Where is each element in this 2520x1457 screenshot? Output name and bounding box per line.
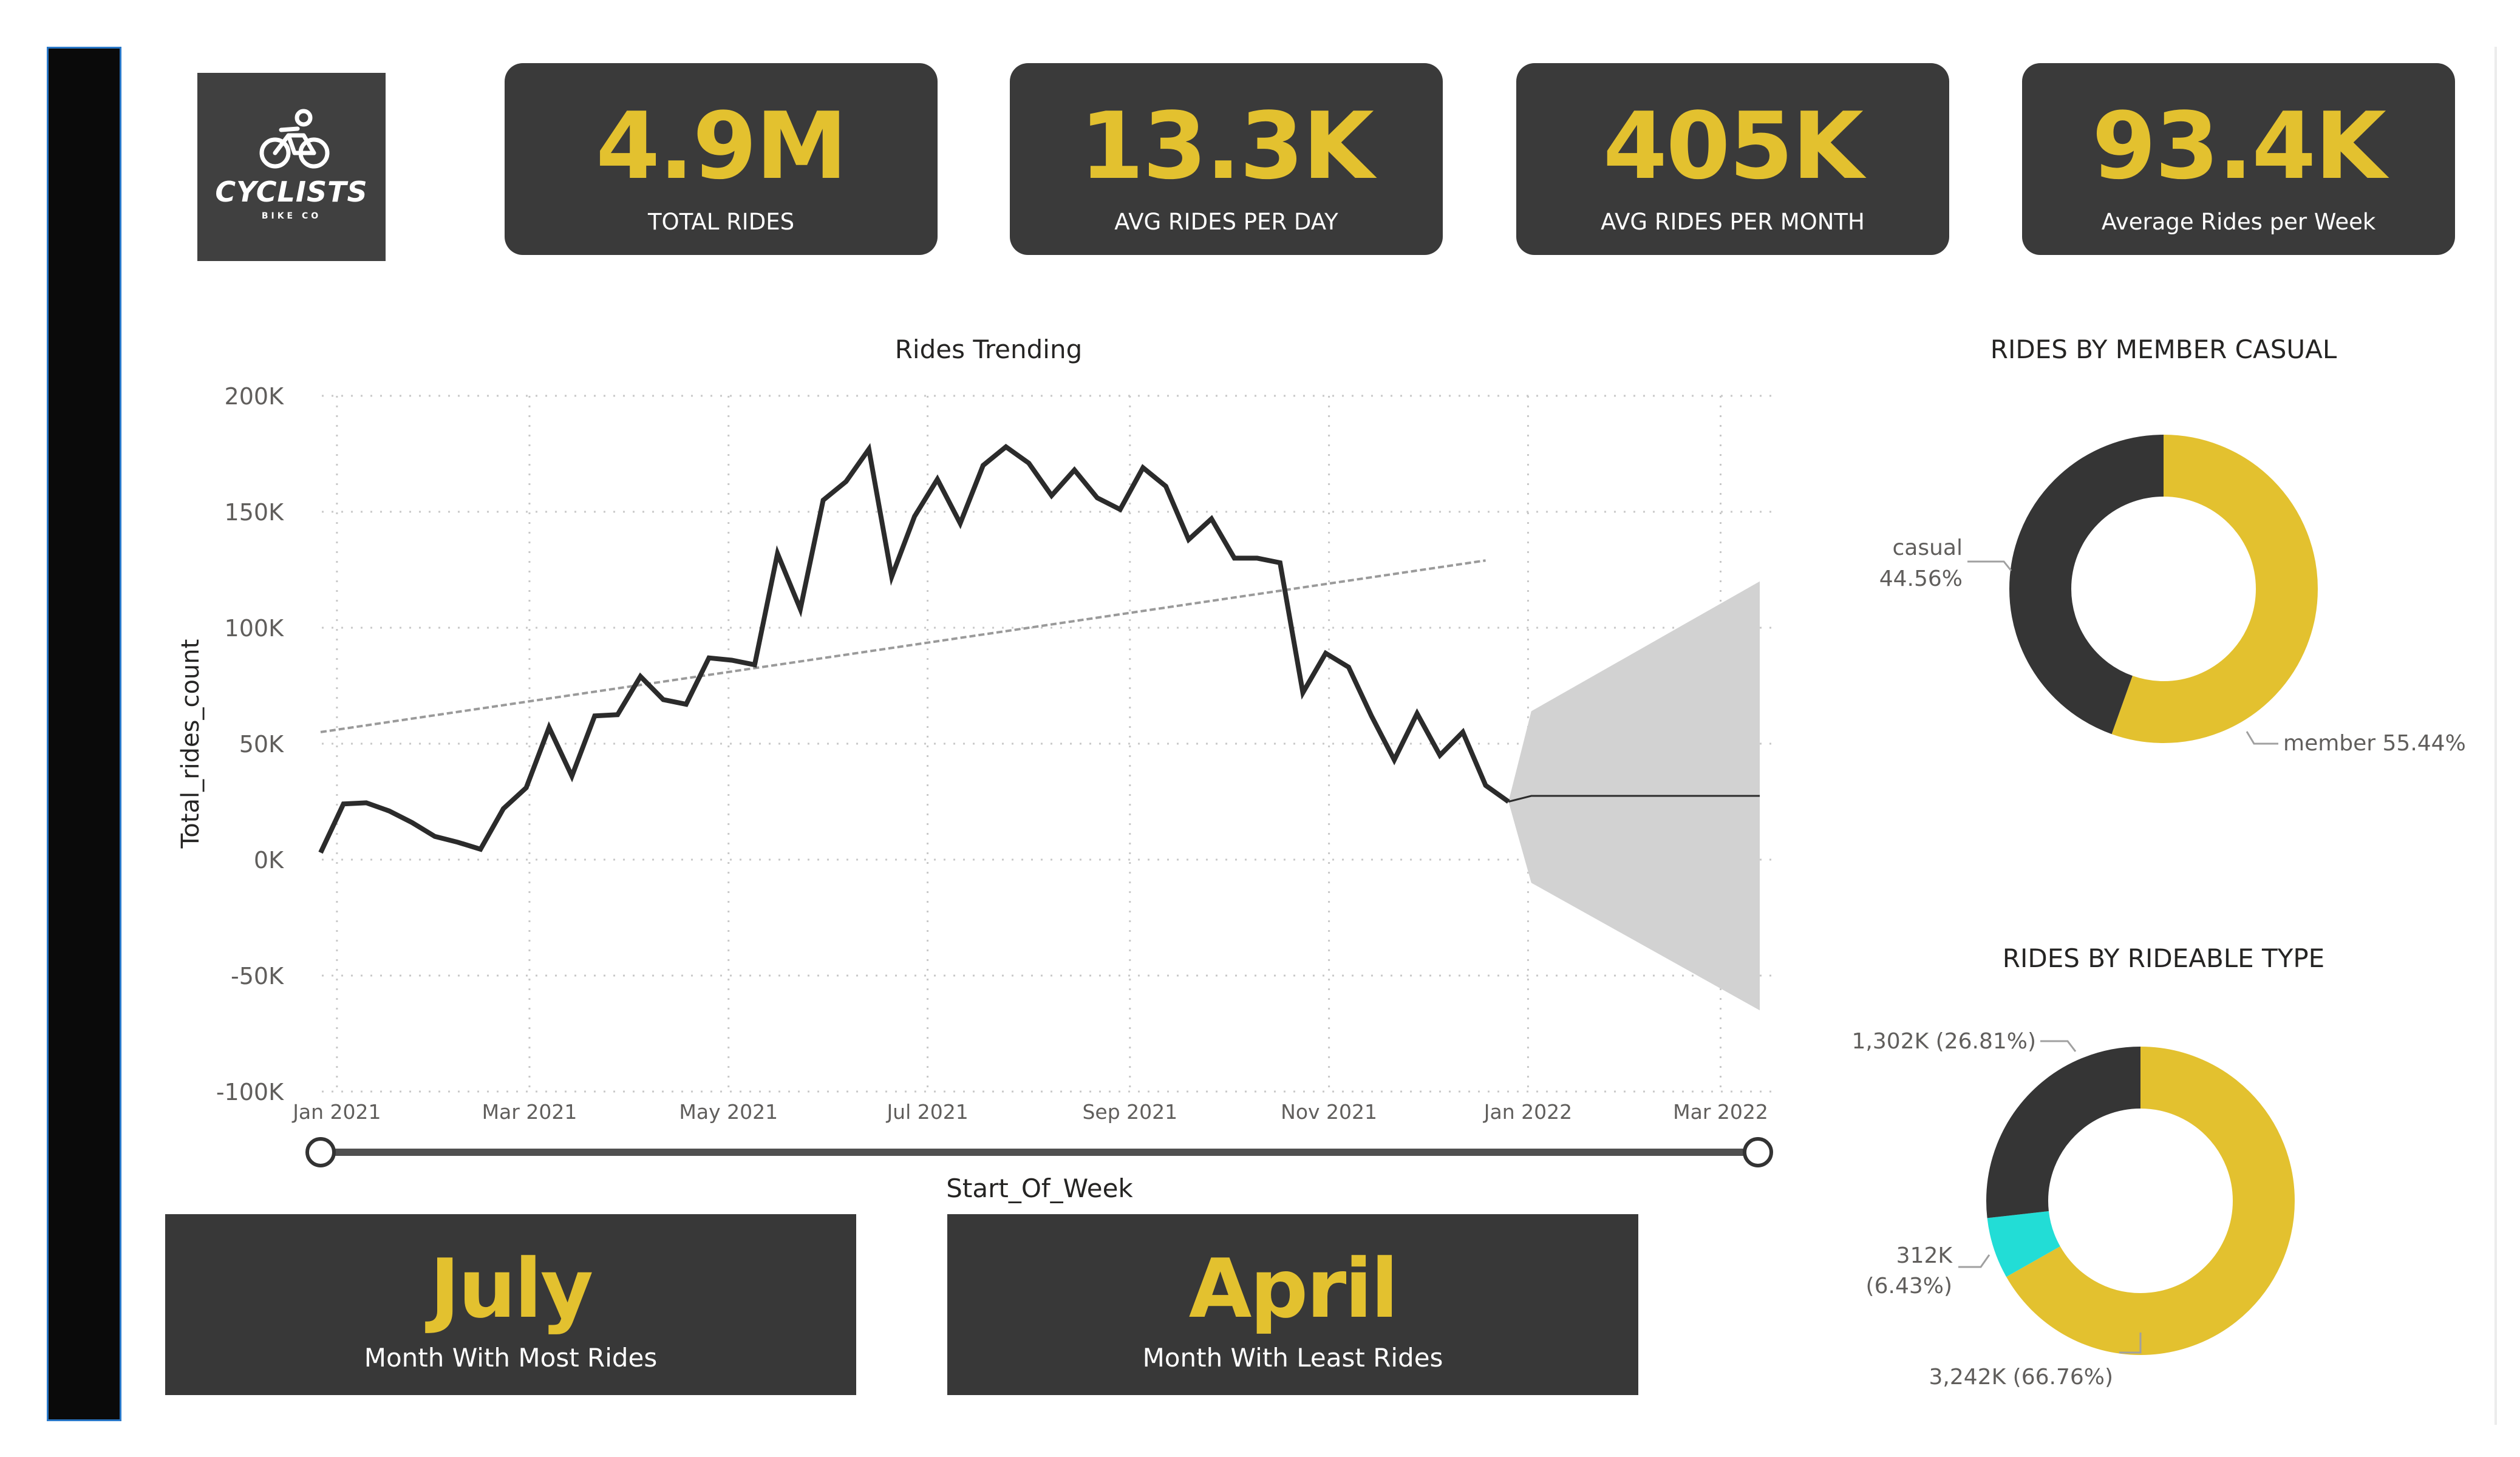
data-label: casual bbox=[1893, 535, 1963, 560]
data-label: member 55.44% bbox=[2283, 731, 2466, 756]
leader-line bbox=[2246, 731, 2278, 745]
y-tick-label: 100K bbox=[225, 615, 285, 642]
data-label: 44.56% bbox=[1879, 566, 1963, 591]
charts-layer: Rides Trending 200K 150K 100K 50K 0K -50K -100K… bbox=[177, 335, 2466, 1390]
date-range-slider-handle[interactable] bbox=[1743, 1137, 1773, 1167]
data-label: 1,302K (26.81%) bbox=[1852, 1029, 2036, 1054]
y-tick-label: 50K bbox=[239, 731, 284, 758]
chart-title: Rides Trending bbox=[895, 335, 1082, 364]
x-tick-label: Jan 2022 bbox=[1483, 1100, 1572, 1124]
y-tick-label: -50K bbox=[231, 963, 284, 990]
x-tick-label: May 2021 bbox=[679, 1100, 778, 1124]
y-tick-label: 200K bbox=[225, 383, 285, 410]
y-tick-label: 0K bbox=[254, 847, 284, 874]
x-tick-label: Sep 2021 bbox=[1082, 1100, 1177, 1124]
y-axis-title: Total_rides_count bbox=[177, 639, 205, 849]
date-range-slider-handle[interactable] bbox=[305, 1137, 336, 1167]
x-tick-label: Nov 2021 bbox=[1281, 1100, 1377, 1124]
y-tick-label: 150K bbox=[225, 499, 285, 526]
x-axis-title: Start_Of_Week bbox=[946, 1173, 1133, 1203]
data-label: (6.43%) bbox=[1866, 1274, 1952, 1299]
donut-rideable-type-title: RIDES BY RIDEABLE TYPE bbox=[2003, 943, 2324, 973]
y-tick-label: -100K bbox=[216, 1079, 284, 1105]
leader-line bbox=[2040, 1040, 2077, 1052]
data-label: 312K bbox=[1896, 1243, 1953, 1268]
donut-member-casual-title: RIDES BY MEMBER CASUAL bbox=[1990, 335, 2337, 364]
leader-line bbox=[1958, 1254, 1990, 1268]
rides-series-line bbox=[318, 443, 1510, 854]
x-tick-label: Jul 2021 bbox=[885, 1100, 968, 1124]
x-tick-label: Mar 2022 bbox=[1673, 1100, 1768, 1124]
x-tick-label: Jan 2021 bbox=[291, 1100, 381, 1124]
data-label: 3,242K (66.76%) bbox=[1929, 1365, 2113, 1390]
leader-line bbox=[1967, 560, 2012, 571]
trend-line bbox=[320, 559, 1486, 733]
x-tick-label: Mar 2021 bbox=[482, 1100, 577, 1124]
